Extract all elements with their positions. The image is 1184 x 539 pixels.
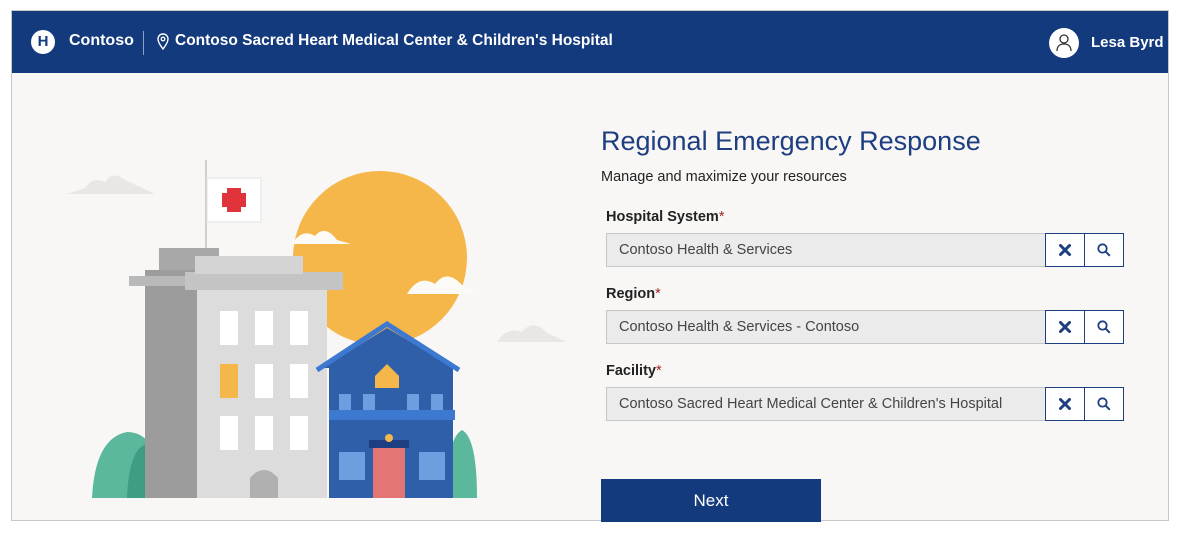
- search-icon: [1097, 320, 1111, 334]
- hospital-illustration: [67, 160, 567, 498]
- region-field[interactable]: Contoso Health & Services - Contoso: [606, 310, 1046, 344]
- facility-label-text: Facility: [606, 363, 656, 379]
- region-label: Region*: [606, 286, 661, 302]
- required-mark: *: [655, 363, 662, 379]
- brand-name[interactable]: Contoso: [69, 32, 134, 50]
- user-avatar-icon[interactable]: [1049, 28, 1079, 58]
- clear-icon: [1059, 321, 1071, 333]
- required-mark: *: [718, 209, 725, 225]
- region-clear-button[interactable]: [1045, 310, 1085, 344]
- search-icon: [1097, 243, 1111, 257]
- location-pin-icon: [157, 33, 169, 51]
- clear-icon: [1059, 244, 1071, 256]
- user-name[interactable]: Lesa Byrd: [1091, 34, 1164, 51]
- next-button[interactable]: Next: [601, 479, 821, 522]
- hospital-system-label-text: Hospital System: [606, 209, 719, 225]
- page-title: Regional Emergency Response: [601, 126, 981, 156]
- facility-search-button[interactable]: [1084, 387, 1124, 421]
- header-divider: [143, 31, 144, 55]
- logo-icon[interactable]: H: [31, 30, 55, 54]
- facility-clear-button[interactable]: [1045, 387, 1085, 421]
- hospital-system-search-button[interactable]: [1084, 233, 1124, 267]
- top-bar: H Contoso Contoso Sacred Heart Medical C…: [12, 11, 1168, 73]
- clear-icon: [1059, 398, 1071, 410]
- required-mark: *: [655, 286, 661, 302]
- facility-field[interactable]: Contoso Sacred Heart Medical Center & Ch…: [606, 387, 1046, 421]
- search-icon: [1097, 397, 1111, 411]
- region-search-button[interactable]: [1084, 310, 1124, 344]
- hospital-system-field[interactable]: Contoso Health & Services: [606, 233, 1046, 267]
- hospital-system-label: Hospital System*: [606, 209, 724, 225]
- hospital-system-clear-button[interactable]: [1045, 233, 1085, 267]
- facility-label: Facility*: [606, 363, 662, 379]
- current-facility-title[interactable]: Contoso Sacred Heart Medical Center & Ch…: [175, 32, 613, 50]
- region-label-text: Region: [606, 286, 656, 302]
- app-frame: H Contoso Contoso Sacred Heart Medical C…: [11, 10, 1169, 522]
- page-subtitle: Manage and maximize your resources: [601, 169, 847, 185]
